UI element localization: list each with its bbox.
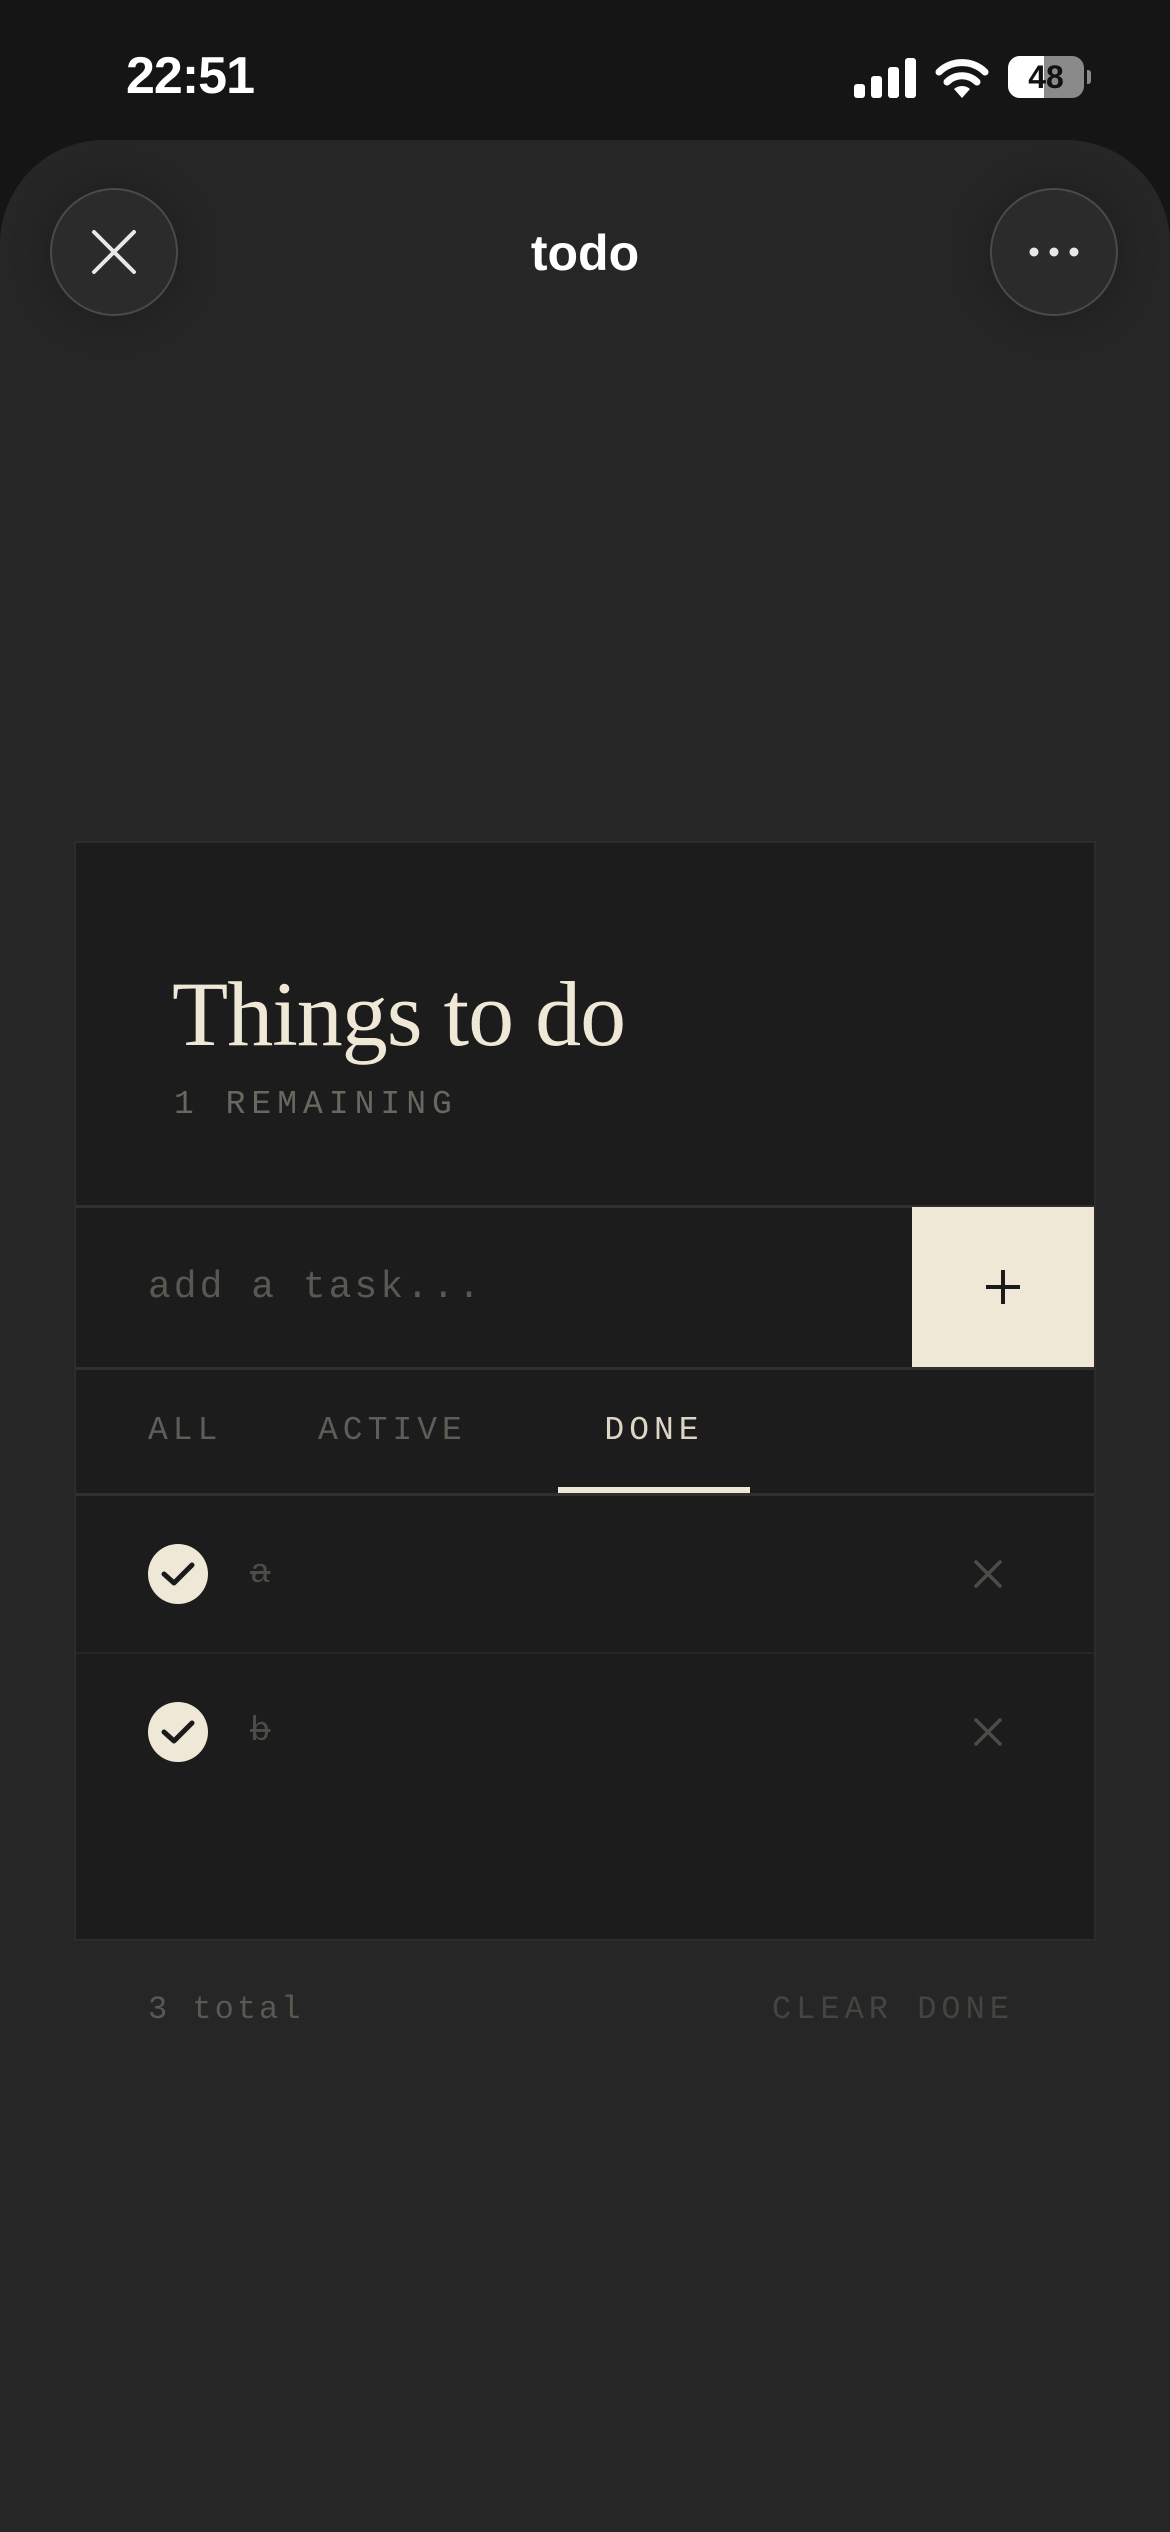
status-time: 22:51 [126,47,255,105]
more-icon [1029,247,1079,257]
add-task-button[interactable] [912,1207,1094,1367]
clear-done-button[interactable]: CLEAR DONE [772,1991,1014,2028]
more-button[interactable] [990,188,1118,316]
item-checkbox[interactable] [148,1544,208,1604]
remaining-count: 1 REMAINING [174,1086,458,1123]
todo-item: b [76,1654,1094,1810]
wifi-icon [935,59,989,98]
plus-icon [986,1270,1020,1304]
check-icon [161,1562,195,1586]
delete-item-button[interactable] [964,1708,1012,1756]
tab-active[interactable]: ACTIVE [318,1369,467,1493]
item-checkbox[interactable] [148,1702,208,1762]
total-count: 3 total [148,1991,304,2028]
app-sheet: todo Things to do 1 REMAINING ALL ACTIVE… [0,140,1170,2532]
todo-item: a [76,1496,1094,1652]
item-text[interactable]: b [250,1704,270,1760]
delete-icon [974,1560,1002,1588]
delete-icon [974,1718,1002,1746]
check-icon [161,1720,195,1744]
tab-done-label: DONE [604,1412,704,1449]
todo-card: Things to do 1 REMAINING ALL ACTIVE DONE… [74,841,1096,2028]
tab-done[interactable]: DONE [558,1369,750,1493]
battery-icon: 48 [1008,56,1091,98]
card-title: Things to do [172,963,626,1065]
add-task-input[interactable] [76,1207,912,1367]
battery-level: 48 [1028,59,1064,95]
status-bar: 22:51 48 [0,0,1170,140]
item-text[interactable]: a [250,1546,270,1602]
tab-all[interactable]: ALL [148,1369,222,1493]
signal-icon [854,58,916,98]
delete-item-button[interactable] [964,1550,1012,1598]
